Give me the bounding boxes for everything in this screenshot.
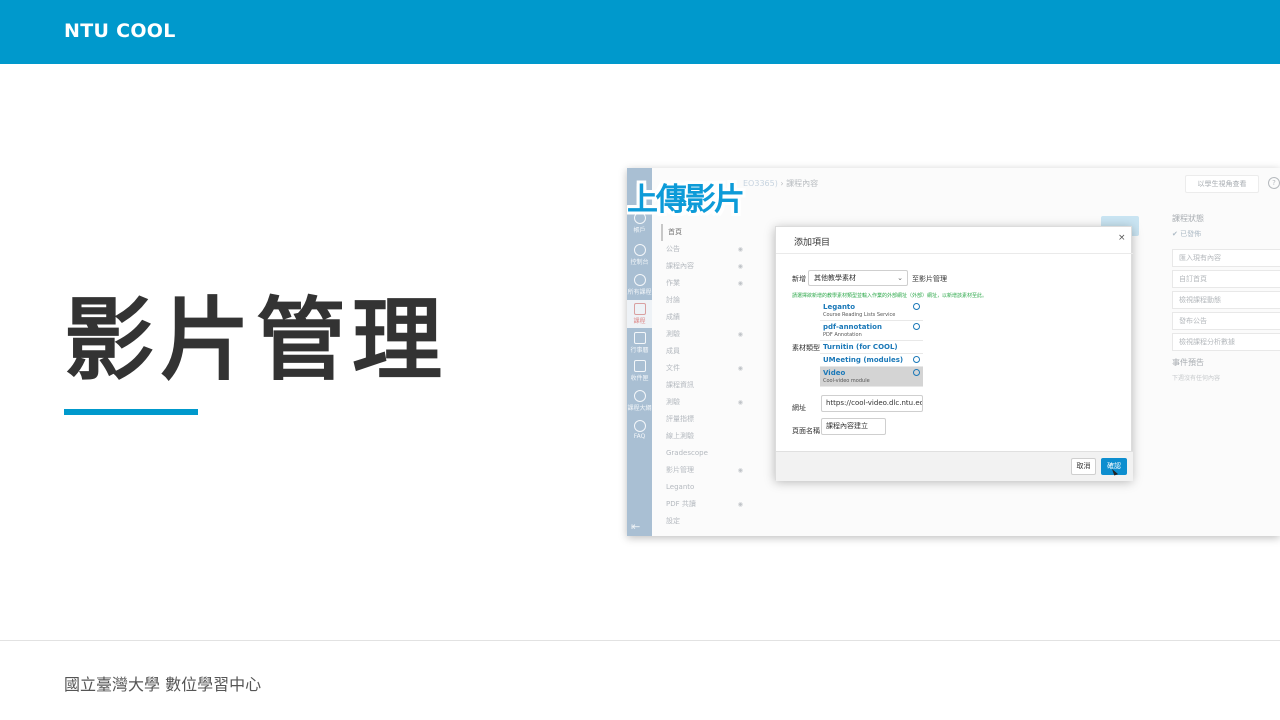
post-announcement-button[interactable]: 發布公告 — [1172, 312, 1280, 330]
url-input[interactable]: https://cool-video.dlc.ntu.edu.tw — [821, 395, 923, 412]
inbox-icon — [633, 360, 646, 372]
eye-icon[interactable]: ◉ — [738, 326, 743, 343]
import-content-button[interactable]: 匯入現有內容 — [1172, 249, 1280, 267]
overlay-title: 上傳影片 — [627, 182, 745, 218]
material-option-pdf-annotation[interactable]: pdf-annotation PDF Annotation — [820, 321, 923, 341]
cancel-button[interactable]: 取消 — [1071, 458, 1096, 475]
course-nav-item[interactable]: 討論 — [661, 292, 743, 309]
close-icon[interactable]: × — [1118, 233, 1126, 243]
footer-divider — [0, 640, 1280, 641]
title-underline — [64, 409, 198, 415]
search-icon[interactable] — [913, 303, 920, 310]
eye-icon[interactable]: ◉ — [738, 496, 743, 513]
search-icon[interactable] — [913, 323, 920, 330]
add-item-dialog: 添加項目 × 新增 其他教學素材 ⌄ 至影片管理 請選擇欲新增的教學素材類型並輸… — [775, 226, 1133, 481]
nav-dashboard[interactable]: 控制台 — [627, 244, 652, 266]
breadcrumb: EO3365) › 課程內容 — [743, 179, 819, 188]
course-nav-item[interactable]: 線上測驗 — [661, 428, 743, 445]
course-nav-item[interactable]: 作業 ◉ — [661, 275, 743, 292]
chevron-down-icon: ⌄ — [897, 274, 903, 282]
help-icon — [633, 420, 646, 432]
nav-calendar[interactable]: 行事曆 — [627, 332, 652, 354]
nav-courses[interactable]: 所有課程 — [627, 274, 652, 296]
course-nav-item[interactable]: 課程內容 ◉ — [661, 258, 743, 275]
material-option-turnitin[interactable]: Turnitin (for COOL) — [820, 341, 923, 354]
material-option-umeeting[interactable]: UMeeting (modules) — [820, 354, 923, 367]
material-type-label: 素材類型 — [792, 344, 820, 352]
material-option-video[interactable]: Video Cool-video module — [820, 367, 923, 387]
page-title: 影片管理 — [64, 288, 448, 393]
course-nav-item[interactable]: 課程資訊 — [661, 377, 743, 394]
course-nav: 首頁 公告 ◉ 課程內容 ◉ 作業 ◉ 討論 成績 測驗 ◉ 成員 文件 ◉ 課程資訊 測… — [661, 224, 743, 530]
course-nav-item[interactable]: Leganto — [661, 479, 743, 496]
course-nav-item[interactable]: 成員 — [661, 343, 743, 360]
cool-screenshot: 帳戶 控制台 所有課程 課程 行事曆 收件匣 課程大綱 FAQ ⇤ EO3365… — [627, 168, 1280, 536]
nav-faq[interactable]: FAQ — [627, 420, 652, 440]
page-name-input[interactable]: 課程內容建立 — [821, 418, 886, 435]
eye-icon[interactable]: ◉ — [738, 360, 743, 377]
calendar-icon — [633, 332, 646, 344]
course-nav-item[interactable]: 公告 ◉ — [661, 241, 743, 258]
status-heading: 課程狀態 — [1172, 214, 1204, 223]
url-label: 網址 — [792, 404, 806, 412]
page-name-label: 頁面名稱 — [792, 427, 820, 435]
todo-heading: 事件預告 — [1172, 358, 1204, 367]
course-nav-item[interactable]: Gradescope — [661, 445, 743, 462]
eye-icon[interactable]: ◉ — [738, 258, 743, 275]
search-icon[interactable] — [913, 356, 920, 363]
course-analytics-button[interactable]: 檢視課程分析數據 — [1172, 333, 1280, 351]
material-list: Leganto Course Reading Lists Service pdf… — [820, 301, 923, 387]
nav-course[interactable]: 課程 — [627, 300, 652, 328]
course-nav-item[interactable]: 測驗 ◉ — [661, 394, 743, 411]
course-nav-item[interactable]: PDF 共讀 ◉ — [661, 496, 743, 513]
check-circle-icon: ✔ — [1172, 230, 1181, 238]
eye-icon[interactable]: ◉ — [738, 275, 743, 292]
nav-inbox[interactable]: 收件匣 — [627, 360, 652, 382]
nav-syllabus[interactable]: 課程大綱 — [627, 390, 652, 412]
todo-empty: 下週沒有任何內容 — [1172, 375, 1221, 382]
dialog-title: 添加項目 — [794, 238, 831, 248]
course-nav-item[interactable]: 文件 ◉ — [661, 360, 743, 377]
status-published[interactable]: ✔ 已發佈 — [1172, 229, 1280, 239]
add-label: 新增 — [792, 275, 806, 283]
collapse-arrow-icon[interactable]: ⇤ — [631, 520, 640, 533]
search-icon[interactable] — [913, 369, 920, 376]
eye-icon[interactable]: ◉ — [738, 462, 743, 479]
brand-logo: NTU COOL — [64, 20, 176, 42]
dialog-footer: 取消 確認 — [776, 451, 1133, 481]
eye-icon[interactable]: ◉ — [738, 241, 743, 258]
course-nav-item[interactable]: 測驗 ◉ — [661, 326, 743, 343]
course-stream-button[interactable]: 檢視課程動態 — [1172, 291, 1280, 309]
course-nav-item[interactable]: 設定 — [661, 513, 743, 530]
dashboard-icon — [633, 244, 646, 256]
student-view-button[interactable]: 以學生視角查看 — [1185, 175, 1259, 193]
top-bar: NTU COOL — [0, 0, 1280, 64]
course-nav-item[interactable]: 首頁 — [661, 224, 743, 241]
help-circle-icon[interactable]: ? — [1268, 177, 1280, 189]
dialog-hint: 請選擇欲新增的教學素材類型並輸入作業的外部網址（外部）網址，以新增該素材至此。 — [792, 293, 988, 299]
add-suffix: 至影片管理 — [912, 275, 947, 283]
eye-icon[interactable]: ◉ — [738, 394, 743, 411]
dialog-header: 添加項目 × — [776, 227, 1133, 254]
type-select[interactable]: 其他教學素材 ⌄ — [808, 270, 908, 286]
footer-org: 國立臺灣大學 數位學習中心 — [64, 675, 262, 694]
material-option-leganto[interactable]: Leganto Course Reading Lists Service — [820, 301, 923, 321]
course-nav-item[interactable]: 影片管理 ◉ — [661, 462, 743, 479]
plus-circle-icon — [633, 390, 646, 402]
course-nav-item[interactable]: 評量指標 — [661, 411, 743, 428]
course-nav-item[interactable]: 成績 — [661, 309, 743, 326]
course-status-panel: 課程狀態 ✔ 已發佈 匯入現有內容 自訂首頁 檢視課程動態 發布公告 檢視課程分… — [1172, 213, 1280, 382]
custom-home-button[interactable]: 自訂首頁 — [1172, 270, 1280, 288]
courses-icon — [633, 274, 646, 286]
global-nav: 帳戶 控制台 所有課程 課程 行事曆 收件匣 課程大綱 FAQ ⇤ — [627, 168, 652, 536]
course-icon — [633, 303, 646, 315]
